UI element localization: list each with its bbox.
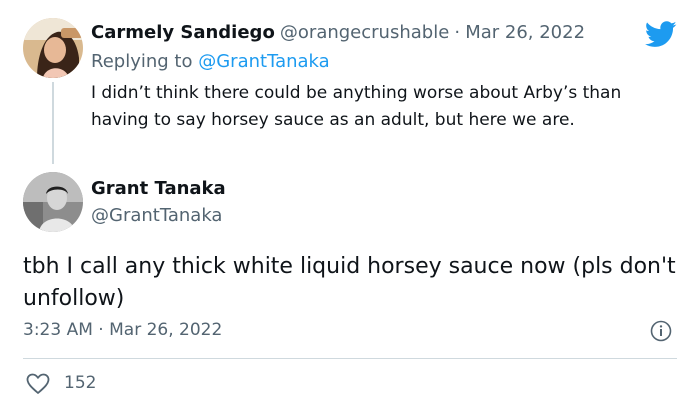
main-author-handle[interactable]: @GrantTanaka (91, 205, 222, 226)
tweet-divider (23, 358, 677, 359)
main-author-avatar[interactable] (23, 172, 83, 232)
reply-header: Carmely Sandiego @orangecrushable · Mar … (91, 22, 585, 43)
thread-connector-line (52, 82, 54, 164)
heart-icon[interactable] (26, 373, 50, 395)
reply-author-handle[interactable]: @orangecrushable (280, 22, 449, 43)
reply-author-avatar[interactable] (23, 18, 83, 78)
replying-to-handle[interactable]: @GrantTanaka (198, 51, 329, 72)
timestamp-separator: · (98, 320, 104, 340)
main-tweet-text: tbh I call any thick white liquid horsey… (23, 254, 676, 311)
reply-author-name[interactable]: Carmely Sandiego (91, 22, 275, 43)
main-author-name[interactable]: Grant Tanaka (91, 178, 226, 199)
reply-date[interactable]: Mar 26, 2022 (465, 22, 585, 43)
twitter-bird-icon (644, 21, 677, 48)
tweet-timestamp[interactable]: 3:23 AM · Mar 26, 2022 (23, 320, 222, 340)
tweet-time: 3:23 AM (23, 320, 93, 340)
like-count: 152 (64, 373, 97, 393)
replying-to-line: Replying to @GrantTanaka (91, 51, 330, 72)
tweet-date: Mar 26, 2022 (109, 320, 223, 340)
reply-tweet-text: I didn’t think there could be anything w… (91, 83, 622, 130)
replying-prefix: Replying to (91, 51, 193, 72)
info-icon[interactable] (650, 320, 672, 342)
meta-separator: · (454, 22, 461, 43)
